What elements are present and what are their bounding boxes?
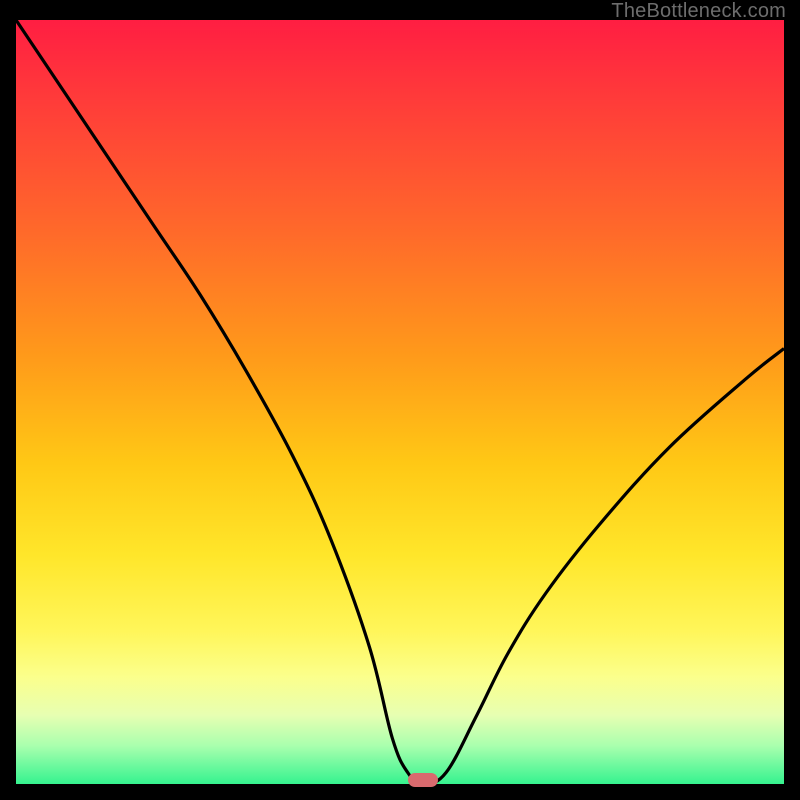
bottleneck-curve	[16, 20, 784, 784]
plot-area	[16, 20, 784, 784]
chart-frame: TheBottleneck.com	[0, 0, 800, 800]
curve-path	[16, 20, 784, 784]
optimal-marker-icon	[408, 773, 438, 787]
